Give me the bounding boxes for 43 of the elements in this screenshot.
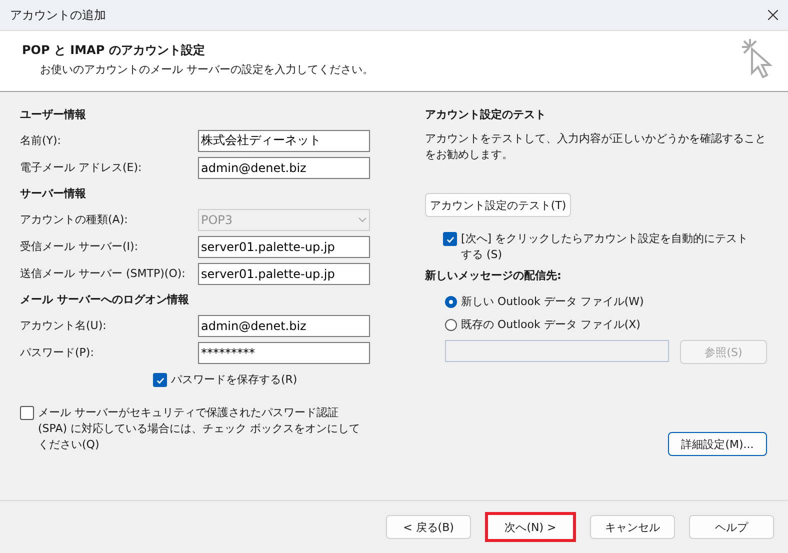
dialog-button[interactable]: ヘルプ	[689, 515, 774, 539]
section-heading: アカウント設定のテスト	[425, 107, 547, 123]
input-field[interactable]: server01.palette-up.jp	[198, 236, 370, 258]
file-path-field[interactable]	[445, 340, 669, 362]
checkmark-icon	[156, 376, 164, 384]
input-field[interactable]: server01.palette-up.jp	[198, 262, 370, 284]
field-label: 受信メール サーバー(I):	[20, 239, 138, 254]
checkmark-icon	[446, 234, 454, 244]
input-field[interactable]: *********	[198, 342, 370, 364]
checkbox-label: [次へ] をクリックしたらアカウント設定を自動的にテストする (S)	[461, 231, 750, 263]
window-title: アカウントの追加	[10, 6, 106, 24]
field-label: パスワード(P):	[20, 345, 94, 360]
header-title: POP と IMAP のアカウント設定	[22, 42, 206, 59]
radio-button[interactable]	[445, 296, 457, 308]
dialog-button[interactable]: 次へ(N) >	[485, 512, 576, 542]
checkbox[interactable]	[443, 232, 457, 246]
checkbox-label: メール サーバーがセキュリティで保護されたパスワード認証 (SPA) に対応している場合には、チェック ボックスをオンにしてください(Q)	[38, 405, 362, 453]
section-heading: サーバー情報	[20, 186, 87, 202]
section-heading: 新しいメッセージの配信先:	[425, 268, 562, 284]
section-heading: メール サーバーへのログオン情報	[20, 292, 190, 308]
dialog-button[interactable]: キャンセル	[590, 515, 675, 539]
field-label: アカウント名(U):	[20, 318, 106, 333]
header-subtitle: お使いのアカウントのメール サーバーの設定を入力してください。	[39, 62, 374, 77]
field-label: 名前(Y):	[20, 133, 62, 148]
input-field[interactable]: admin@denet.biz	[198, 314, 370, 336]
chevron-down-icon	[358, 216, 367, 222]
advanced-settings-button[interactable]: 詳細設定(M)...	[668, 432, 767, 456]
description-text: アカウントをテストして、入力内容が正しいかどうかを確認することをお勧めします。	[425, 131, 767, 163]
field-label: 送信メール サーバー (SMTP)(O):	[20, 266, 186, 281]
input-field[interactable]: admin@denet.biz	[198, 156, 370, 178]
close-icon[interactable]	[768, 10, 778, 20]
checkbox[interactable]	[20, 406, 34, 420]
field-label: 電子メール アドレス(E):	[20, 160, 142, 175]
section-heading: ユーザー情報	[20, 107, 87, 123]
input-field[interactable]: 株式会社ディーネット	[198, 130, 370, 152]
dialog-button[interactable]: < 戻る(B)	[386, 515, 471, 539]
checkbox[interactable]	[153, 373, 167, 387]
test-settings-button[interactable]: アカウント設定のテスト(T)	[425, 193, 571, 217]
field-label: アカウントの種類(A):	[20, 212, 128, 227]
checkbox-label: パスワードを保存する(R)	[171, 372, 298, 388]
radio-label: 新しい Outlook データ ファイル(W)	[461, 294, 644, 310]
radio-button[interactable]	[445, 319, 457, 331]
radio-label: 既存の Outlook データ ファイル(X)	[461, 317, 640, 333]
